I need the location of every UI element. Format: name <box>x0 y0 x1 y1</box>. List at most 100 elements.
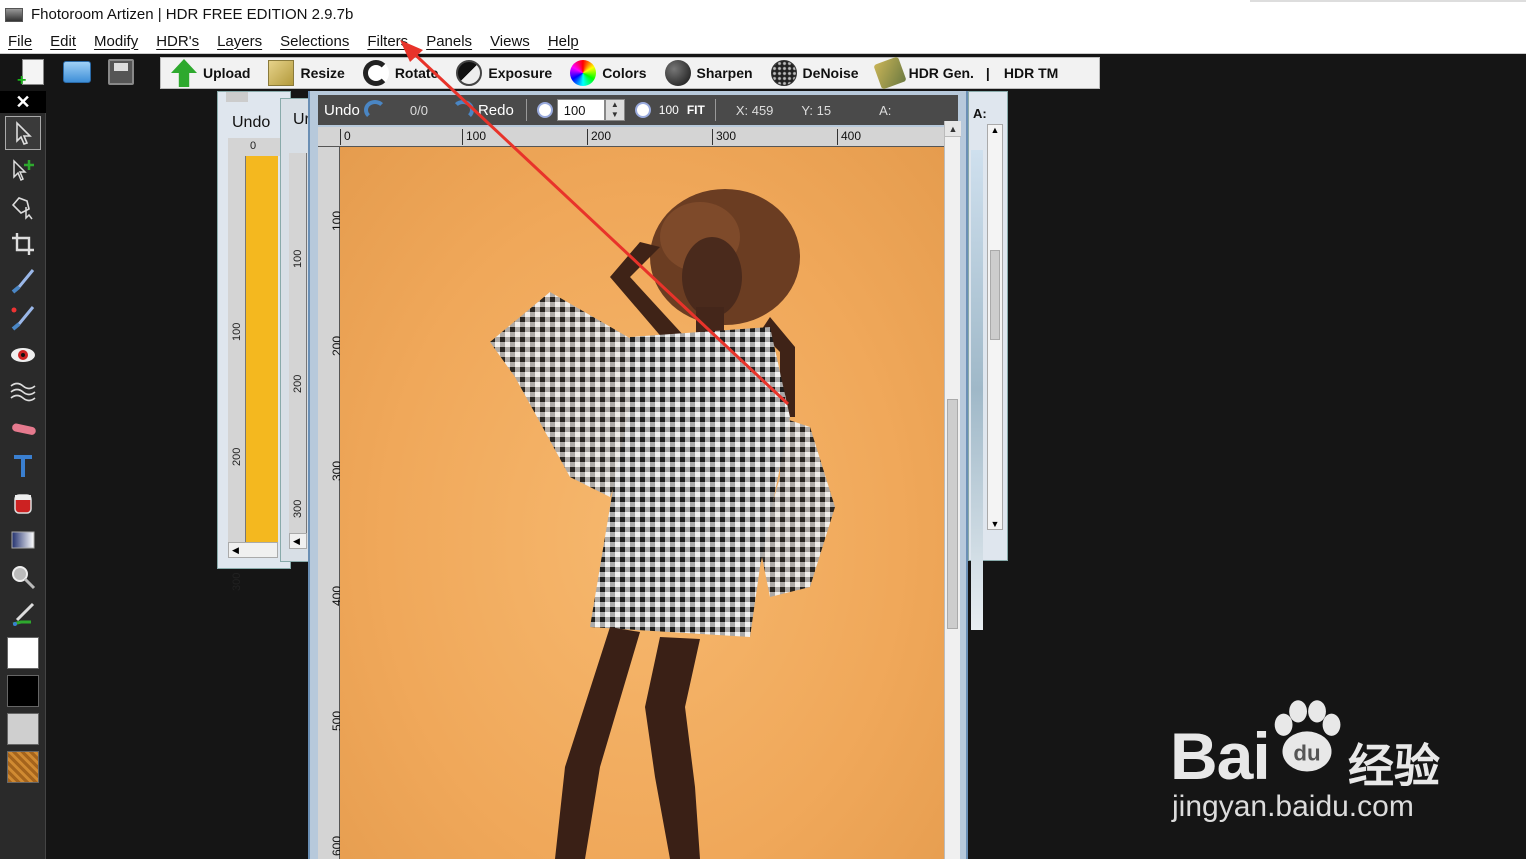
background-color-swatch[interactable] <box>7 675 39 707</box>
save-file-button[interactable] <box>106 57 136 87</box>
right-scroll-up[interactable]: ▲ <box>988 125 1002 135</box>
mini-vruler-100: 100 <box>231 322 243 341</box>
zoom-input[interactable] <box>556 99 605 121</box>
select-tool[interactable] <box>5 116 41 150</box>
gray-color-swatch[interactable] <box>7 713 39 745</box>
app-icon <box>5 7 23 22</box>
image-editor-window: Undo 0/0 Redo ▲▼ 100 FIT X: 459 Y: 15 A:… <box>308 91 968 859</box>
menu-edit[interactable]: Edit <box>41 33 85 50</box>
menu-views[interactable]: Views <box>481 33 539 50</box>
pointer-icon <box>16 121 32 145</box>
denoise-label: DeNoise <box>802 65 859 81</box>
open-file-button[interactable] <box>62 57 92 87</box>
alpha-readout: A: <box>879 102 892 118</box>
menu-modify[interactable]: Modify <box>85 33 147 50</box>
texture-swatch[interactable] <box>7 751 39 783</box>
watermark-suffix: 经验 <box>1348 739 1440 793</box>
main-toolbar: Upload Resize Rotate Exposure Colors Sha… <box>160 56 1100 90</box>
menu-file[interactable]: File <box>0 33 41 50</box>
rotate-button[interactable]: Rotate <box>353 58 447 88</box>
red-brush-tool[interactable] <box>5 301 41 335</box>
hdr-tm-button[interactable]: HDR TM <box>994 58 1066 88</box>
text-icon <box>14 455 32 477</box>
right-image-window[interactable]: A: ▲ ▼ <box>968 91 1008 630</box>
undo-button[interactable]: Undo <box>318 100 392 120</box>
upload-button[interactable]: Upload <box>161 58 258 88</box>
zoom-tool[interactable] <box>5 560 41 594</box>
foreground-color-swatch[interactable] <box>7 637 39 669</box>
lasso-tool[interactable] <box>5 190 41 224</box>
wave-icon <box>10 382 36 402</box>
redo-button[interactable]: Redo <box>446 100 520 120</box>
menu-filters[interactable]: Filters <box>358 33 417 50</box>
toolbar-divider-2 <box>714 99 716 121</box>
exposure-icon <box>456 60 483 86</box>
eraser-tool[interactable] <box>5 412 41 446</box>
mini-undo-label[interactable]: Undo <box>232 114 270 132</box>
right-window-preview <box>971 150 983 630</box>
crop-tool[interactable] <box>5 227 41 261</box>
eyedropper-tool[interactable] <box>5 597 41 631</box>
upload-arrow-icon <box>171 59 197 87</box>
menu-layers[interactable]: Layers <box>208 33 271 50</box>
history-counter: 0/0 <box>409 102 428 118</box>
file-buttons <box>17 57 136 90</box>
right-scroll-down[interactable]: ▼ <box>988 519 1002 529</box>
hdr-gen-label: HDR Gen. <box>908 65 974 81</box>
zoom-in-icon[interactable] <box>536 102 553 118</box>
scroll-up-arrow[interactable]: ▲ <box>945 121 961 137</box>
toolbar-row: Upload Resize Rotate Exposure Colors Sha… <box>0 55 1526 91</box>
undo-arrow-icon <box>363 100 386 120</box>
gradient-tool[interactable] <box>5 523 41 557</box>
mini2-vruler-100: 100 <box>292 249 304 268</box>
move-add-tool[interactable] <box>5 153 41 187</box>
title-bar: Fhotoroom Artizen | HDR FREE EDITION 2.9… <box>0 0 1526 29</box>
image-canvas[interactable] <box>340 147 944 859</box>
menu-selections[interactable]: Selections <box>271 33 358 50</box>
zoom-out-icon[interactable] <box>634 102 651 118</box>
y-coordinate: Y: 15 <box>801 102 832 118</box>
menu-help[interactable]: Help <box>539 33 588 50</box>
hruler-label: 300 <box>712 129 736 145</box>
eyedropper-icon <box>12 602 35 626</box>
upload-label: Upload <box>203 65 251 81</box>
resize-button[interactable]: Resize <box>258 58 352 88</box>
colors-label: Colors <box>602 65 647 81</box>
fit-button[interactable]: FIT <box>683 103 709 117</box>
toolbar-separator: | <box>985 65 990 81</box>
close-panel-button[interactable]: ✕ <box>0 91 46 113</box>
ruler-icon <box>268 60 295 86</box>
menu-bar: File Edit Modify HDR's Layers Selections… <box>0 29 1526 54</box>
zoom-100-button[interactable]: 100 <box>655 103 683 117</box>
mini-vruler: 100 200 300 <box>228 156 246 591</box>
colors-button[interactable]: Colors <box>560 58 654 88</box>
right-scroll-thumb[interactable] <box>990 250 1000 340</box>
zoom-spinner[interactable]: ▲ ▼ <box>604 99 625 121</box>
mini-vruler-2: 100 200 300 <box>289 153 307 533</box>
right-window-scrollbar[interactable]: ▲ ▼ <box>987 124 1003 530</box>
toolbar-divider <box>525 99 527 121</box>
background-image-window-2[interactable]: Ur 100 200 300 ◀ <box>280 98 310 562</box>
mini-hscroll-2[interactable]: ◀ <box>289 533 307 549</box>
menu-hdrs[interactable]: HDR's <box>147 33 208 50</box>
redeye-tool[interactable] <box>5 338 41 372</box>
watermark-brand: Bai <box>1170 719 1271 793</box>
text-tool[interactable] <box>5 449 41 483</box>
sharpen-button[interactable]: Sharpen <box>655 58 761 88</box>
mini-vruler-200: 200 <box>231 447 243 466</box>
hdr-gen-button[interactable]: HDR Gen. <box>867 56 982 90</box>
editor-vertical-scrollbar[interactable]: ▲ <box>944 121 961 859</box>
exposure-button[interactable]: Exposure <box>446 58 560 88</box>
fill-tool[interactable] <box>5 486 41 520</box>
red-brush-icon <box>11 306 35 331</box>
denoise-button[interactable]: DeNoise <box>761 58 867 88</box>
hdr-stack-icon <box>872 56 907 90</box>
mini-hscroll[interactable]: ◀ <box>228 542 278 558</box>
menu-panels[interactable]: Panels <box>417 33 481 50</box>
scrollbar-thumb[interactable] <box>947 399 958 629</box>
smudge-tool[interactable] <box>5 375 41 409</box>
redo-arrow-icon <box>451 100 474 120</box>
new-file-button[interactable] <box>17 57 48 90</box>
brush-tool[interactable] <box>5 264 41 298</box>
new-file-icon <box>17 59 44 90</box>
